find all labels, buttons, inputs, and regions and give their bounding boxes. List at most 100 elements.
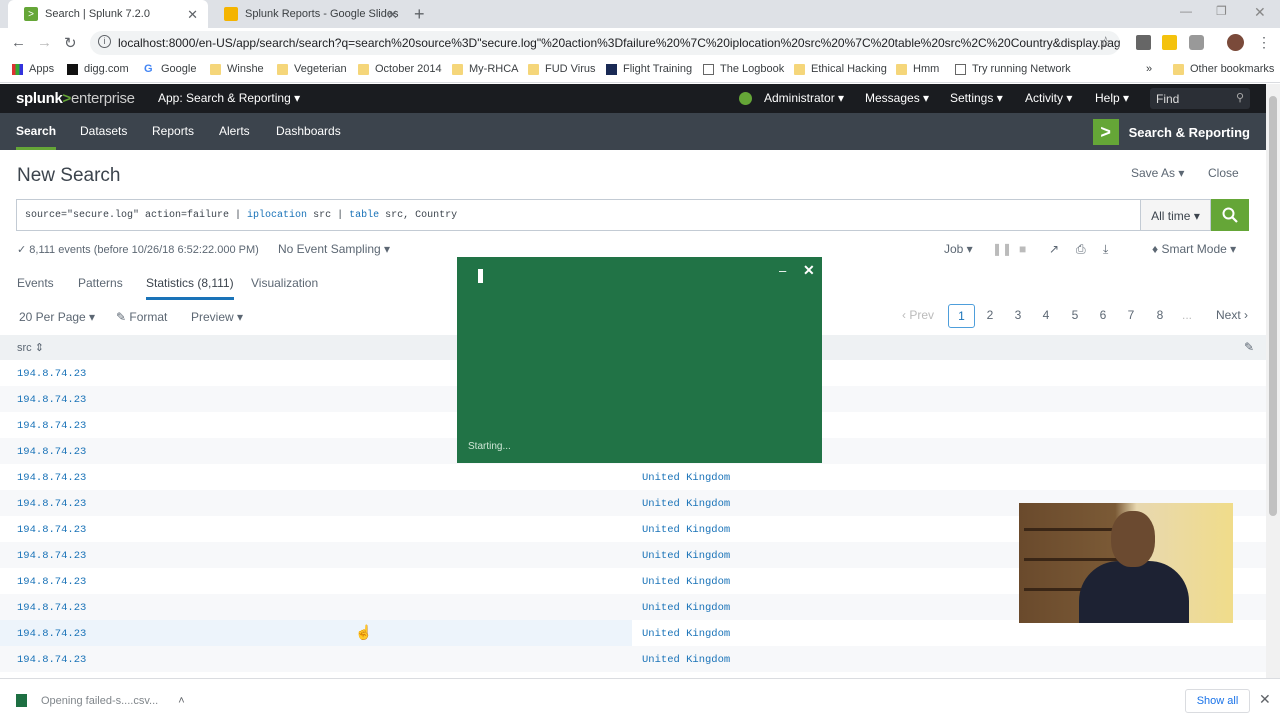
cell-src[interactable]: 194.8.74.23 bbox=[17, 654, 86, 666]
minimize-icon[interactable]: — bbox=[1180, 4, 1192, 18]
cell-src[interactable]: 194.8.74.23 bbox=[17, 628, 86, 640]
cell-src[interactable]: 194.8.74.23 bbox=[17, 576, 86, 588]
event-sampling-menu[interactable]: No Event Sampling ▾ bbox=[278, 242, 390, 256]
bookmark-my-rhca[interactable]: My-RHCA bbox=[452, 63, 519, 75]
share-icon[interactable]: ↗ bbox=[1049, 242, 1059, 256]
cell-src[interactable]: 194.8.74.23 bbox=[17, 394, 86, 406]
close-window-icon[interactable]: ✕ bbox=[1254, 4, 1266, 21]
cell-country[interactable]: United Kingdom bbox=[642, 654, 730, 666]
prev-page[interactable]: ‹ Prev bbox=[900, 304, 936, 328]
cell-country[interactable]: United Kingdom bbox=[642, 628, 730, 640]
close-icon[interactable]: ✕ bbox=[803, 262, 815, 279]
bookmark-logbook[interactable]: The Logbook bbox=[703, 63, 784, 75]
close-tab-icon[interactable]: ✕ bbox=[387, 7, 398, 23]
minimize-icon[interactable]: – bbox=[779, 263, 786, 278]
cell-country[interactable]: United Kingdom bbox=[642, 576, 730, 588]
bookmark-october-2014[interactable]: October 2014 bbox=[358, 63, 442, 75]
cell-src[interactable]: 194.8.74.23 bbox=[17, 550, 86, 562]
cell-src[interactable]: 194.8.74.23 bbox=[17, 498, 86, 510]
page-8[interactable]: 8 bbox=[1153, 304, 1167, 328]
cell-src[interactable]: 194.8.74.23 bbox=[17, 368, 86, 380]
bookmark-try-running[interactable]: Try running Network bbox=[955, 63, 1071, 75]
page-5[interactable]: 5 bbox=[1068, 304, 1082, 328]
chevron-up-icon[interactable]: ˄ bbox=[178, 695, 184, 707]
bookmark-apps[interactable]: Apps bbox=[12, 63, 54, 75]
pause-icon[interactable]: ❚❚ bbox=[992, 242, 1012, 256]
splunk-logo[interactable]: splunk>enterprise bbox=[16, 90, 135, 107]
camera-extension-icon[interactable] bbox=[1189, 35, 1204, 50]
nav-reports[interactable]: Reports bbox=[152, 124, 194, 138]
print-icon[interactable]: ⎙ bbox=[1076, 242, 1086, 257]
close-tab-icon[interactable]: ✕ bbox=[187, 7, 198, 23]
stop-icon[interactable]: ■ bbox=[1019, 242, 1026, 256]
bookmark-hmm[interactable]: Hmm bbox=[896, 63, 939, 75]
app-title[interactable]: > Search & Reporting bbox=[1092, 119, 1250, 145]
back-icon[interactable]: ← bbox=[11, 34, 26, 51]
page-4[interactable]: 4 bbox=[1039, 304, 1053, 328]
cell-src[interactable]: 194.8.74.23 bbox=[17, 420, 86, 432]
cell-src[interactable]: 194.8.74.23 bbox=[17, 472, 86, 484]
search-mode-menu[interactable]: ♦ Smart Mode ▾ bbox=[1152, 242, 1236, 256]
edit-column-icon[interactable]: ✎ bbox=[1244, 340, 1254, 354]
tab-splunk-search[interactable]: > Search | Splunk 7.2.0 ✕ bbox=[8, 0, 208, 28]
reload-icon[interactable]: ↻ bbox=[64, 34, 77, 52]
nav-datasets[interactable]: Datasets bbox=[80, 124, 127, 138]
download-item[interactable]: Opening failed-s....csv... ˄ bbox=[16, 694, 185, 707]
messages-menu[interactable]: Messages ▾ bbox=[865, 91, 929, 105]
url-field[interactable]: i localhost:8000/en-US/app/search/search… bbox=[90, 31, 1120, 55]
time-range-picker[interactable]: All time ▾ bbox=[1140, 199, 1211, 231]
save-as-menu[interactable]: Save As ▾ bbox=[1131, 166, 1184, 180]
cell-country[interactable]: United Kingdom bbox=[642, 472, 730, 484]
cell-src[interactable]: 194.8.74.23 bbox=[17, 602, 86, 614]
tab-events[interactable]: Events bbox=[17, 276, 54, 290]
bookmark-digg[interactable]: digg.com bbox=[67, 63, 129, 75]
tab-google-slides[interactable]: Splunk Reports - Google Slides ✕ bbox=[208, 0, 408, 28]
menu-icon[interactable]: ⋮ bbox=[1257, 34, 1271, 51]
next-page[interactable]: Next › bbox=[1213, 304, 1251, 328]
column-header-src[interactable]: src ⇕ bbox=[17, 341, 44, 354]
bookmark-ethical-hacking[interactable]: Ethical Hacking bbox=[794, 63, 887, 75]
cell-country[interactable]: United Kingdom bbox=[642, 498, 730, 510]
cell-src[interactable]: 194.8.74.23 bbox=[17, 524, 86, 536]
new-tab-icon[interactable]: + bbox=[414, 0, 434, 28]
close-download-bar-icon[interactable]: ✕ bbox=[1259, 691, 1271, 708]
nav-alerts[interactable]: Alerts bbox=[219, 124, 250, 138]
bookmark-vegeterian[interactable]: Vegeterian bbox=[277, 63, 347, 75]
per-page-menu[interactable]: 20 Per Page ▾ bbox=[19, 310, 95, 324]
cell-country[interactable]: United Kingdom bbox=[642, 602, 730, 614]
nav-dashboards[interactable]: Dashboards bbox=[276, 124, 341, 138]
scrollbar-thumb[interactable] bbox=[1269, 96, 1277, 516]
bookmark-flight-training[interactable]: Flight Training bbox=[606, 63, 692, 75]
other-bookmarks[interactable]: Other bookmarks bbox=[1173, 63, 1274, 75]
page-6[interactable]: 6 bbox=[1096, 304, 1110, 328]
admin-menu[interactable]: Administrator ▾ bbox=[764, 91, 844, 105]
cell-src[interactable]: 194.8.74.23 bbox=[17, 446, 86, 458]
activity-menu[interactable]: Activity ▾ bbox=[1025, 91, 1072, 105]
show-all-button[interactable]: Show all bbox=[1185, 689, 1250, 713]
forward-icon[interactable]: → bbox=[37, 34, 52, 51]
find-input[interactable]: Find ⚲ bbox=[1150, 88, 1250, 109]
nav-search[interactable]: Search bbox=[16, 124, 57, 150]
page-2[interactable]: 2 bbox=[983, 304, 997, 328]
profile-avatar[interactable] bbox=[1227, 34, 1244, 51]
close-link[interactable]: Close bbox=[1208, 166, 1239, 180]
settings-menu[interactable]: Settings ▾ bbox=[950, 91, 1003, 105]
export-icon[interactable]: ⤓ bbox=[1103, 242, 1108, 257]
bookmark-google[interactable]: G Google bbox=[144, 63, 196, 75]
maximize-icon[interactable]: ❐ bbox=[1216, 4, 1227, 18]
app-menu[interactable]: App: Search & Reporting ▾ bbox=[158, 91, 300, 105]
search-query-input[interactable]: source="secure.log" action=failure | ipl… bbox=[16, 199, 1140, 231]
page-7[interactable]: 7 bbox=[1124, 304, 1138, 328]
tab-statistics[interactable]: Statistics (8,111) bbox=[146, 276, 234, 300]
more-bookmarks-icon[interactable]: » bbox=[1146, 63, 1152, 75]
cell-country[interactable]: United Kingdom bbox=[642, 524, 730, 536]
extension-icon[interactable] bbox=[1162, 35, 1177, 50]
bookmark-star-icon[interactable]: ☆ bbox=[1099, 33, 1112, 51]
page-scrollbar[interactable] bbox=[1266, 84, 1280, 678]
help-menu[interactable]: Help ▾ bbox=[1095, 91, 1129, 105]
cell-country[interactable]: United Kingdom bbox=[642, 550, 730, 562]
tab-patterns[interactable]: Patterns bbox=[78, 276, 123, 290]
job-menu[interactable]: Job ▾ bbox=[944, 242, 973, 256]
tab-visualization[interactable]: Visualization bbox=[251, 276, 318, 290]
page-1[interactable]: 1 bbox=[948, 304, 975, 328]
